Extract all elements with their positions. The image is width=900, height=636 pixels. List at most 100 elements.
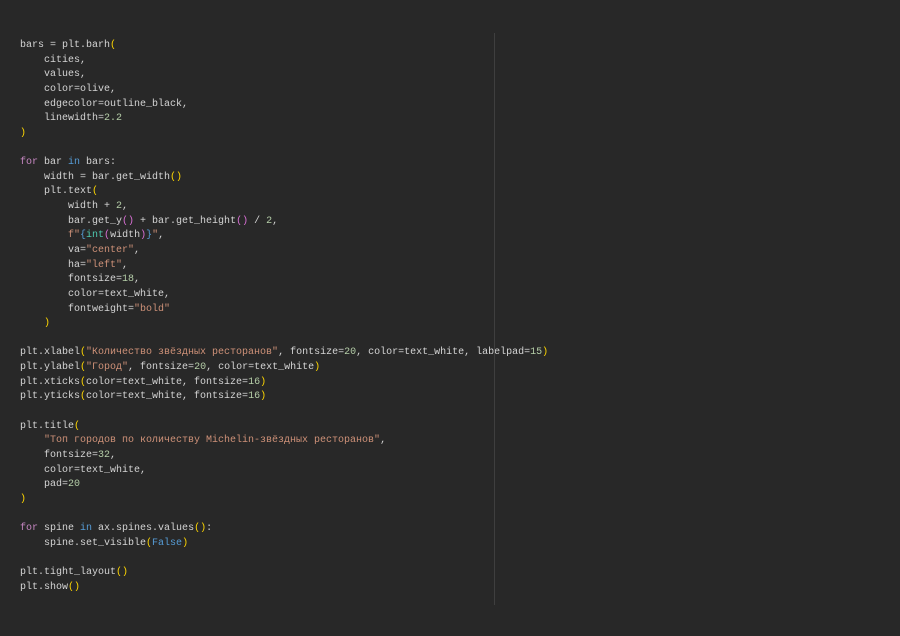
code-token: ) [260, 391, 267, 403]
code-token: values, [20, 69, 87, 81]
code-line[interactable]: cities, [20, 54, 548, 69]
code-token: 18 [122, 274, 135, 286]
code-line[interactable]: ) [20, 317, 548, 332]
code-token: () [68, 581, 81, 593]
code-token: edgecolor=outline_black, [20, 98, 189, 110]
code-line[interactable]: plt.show() [20, 581, 548, 596]
code-token: , [134, 274, 141, 286]
code-line[interactable]: color=text_white, [20, 464, 548, 479]
code-line[interactable]: fontweight="bold" [20, 303, 548, 318]
code-token: "Топ городов по количеству Michelin-звёз… [20, 435, 381, 447]
code-line[interactable]: width + 2, [20, 200, 548, 215]
code-line[interactable]: pad=20 [20, 478, 548, 493]
code-token: bar [38, 157, 69, 169]
code-line[interactable]: edgecolor=outline_black, [20, 98, 548, 113]
code-line[interactable]: color=olive, [20, 83, 548, 98]
code-token: cities, [20, 54, 87, 66]
code-token: , fontsize= [278, 347, 345, 359]
code-token: plt.text [20, 186, 93, 198]
code-token: 20 [194, 362, 207, 374]
code-line[interactable]: plt.tight_layout() [20, 566, 548, 581]
code-line[interactable]: for spine in ax.spines.values(): [20, 522, 548, 537]
code-line[interactable]: "Топ городов по количеству Michelin-звёз… [20, 434, 548, 449]
code-token: color=text_white, fontsize= [86, 376, 249, 388]
code-line[interactable]: linewidth=2.2 [20, 112, 548, 127]
code-token: plt.xticks [20, 376, 81, 388]
code-token: "Количество звёздных ресторанов" [86, 347, 279, 359]
code-token: plt.tight_layout [20, 567, 117, 579]
code-token: 2.2 [104, 113, 123, 125]
code-line[interactable] [20, 332, 548, 347]
code-token: ) [20, 318, 51, 330]
code-token: linewidth= [20, 113, 105, 125]
code-line[interactable]: for bar in bars: [20, 156, 548, 171]
code-token: () [116, 567, 129, 579]
code-line[interactable]: width = bar.get_width() [20, 171, 548, 186]
code-line[interactable]: fontsize=32, [20, 449, 548, 464]
code-token: width = bar.get_width [20, 171, 171, 183]
code-line[interactable] [20, 141, 548, 156]
code-token: () [122, 215, 135, 227]
code-line[interactable]: plt.title( [20, 420, 548, 435]
code-line[interactable]: ha="left", [20, 259, 548, 274]
code-line[interactable]: va="center", [20, 244, 548, 259]
code-token: in [80, 523, 93, 535]
code-token: , color=text_white, labelpad= [356, 347, 531, 359]
code-line[interactable]: ) [20, 493, 548, 508]
code-line[interactable]: plt.xticks(color=text_white, fontsize=16… [20, 376, 548, 391]
code-token: 32 [98, 449, 111, 461]
code-token: bars = plt.barh [20, 40, 111, 51]
code-line[interactable]: plt.text( [20, 185, 548, 200]
code-token: fontweight= [20, 303, 135, 315]
code-token: "Город" [86, 362, 129, 374]
code-token: ) [314, 362, 321, 374]
code-line[interactable] [20, 405, 548, 420]
code-token: ) [20, 127, 27, 139]
code-token: plt.yticks [20, 391, 81, 403]
code-line[interactable]: bars = plt.barh( [20, 39, 548, 54]
code-editor[interactable]: bars = plt.barh( cities, values, color=o… [20, 39, 548, 595]
code-token: color=text_white, [20, 464, 147, 476]
code-token: ) [542, 347, 549, 359]
code-token: 16 [248, 376, 261, 388]
code-token: , [158, 230, 165, 242]
code-token: , color=text_white [206, 362, 315, 374]
code-token: , [272, 215, 279, 227]
code-token: 16 [248, 391, 261, 403]
code-token: () [236, 215, 249, 227]
code-token: , [110, 449, 117, 461]
code-token: width [110, 230, 141, 242]
code-token: color=text_white, [20, 288, 171, 300]
code-line[interactable]: values, [20, 68, 548, 83]
code-token: pad= [20, 479, 69, 491]
code-token: color=olive, [20, 83, 117, 95]
code-line[interactable]: f"{int(width)}", [20, 229, 548, 244]
code-token: in [68, 157, 81, 169]
code-token: ( [92, 186, 99, 198]
code-line[interactable]: fontsize=18, [20, 273, 548, 288]
code-token: plt.ylabel [20, 362, 81, 374]
code-line[interactable]: spine.set_visible(False) [20, 537, 548, 552]
code-token: bars: [80, 157, 117, 169]
code-token: plt.xlabel [20, 347, 81, 359]
code-line[interactable]: plt.ylabel("Город", fontsize=20, color=t… [20, 361, 548, 376]
code-token: ( [74, 420, 81, 432]
code-token: f" [20, 230, 81, 242]
code-token: "bold" [134, 303, 171, 315]
code-token: ( [110, 40, 117, 51]
code-token: spine.set_visible [20, 537, 147, 549]
code-token: () [194, 523, 207, 535]
code-token: for [20, 523, 39, 535]
code-token: "left" [86, 259, 123, 271]
code-token: bar.get_y [20, 215, 123, 227]
code-line[interactable]: plt.xlabel("Количество звёздных ресторан… [20, 346, 548, 361]
code-token: / [248, 215, 267, 227]
code-token: plt.title [20, 420, 75, 432]
code-line[interactable]: plt.yticks(color=text_white, fontsize=16… [20, 390, 548, 405]
code-token: , [380, 435, 387, 447]
code-line[interactable] [20, 508, 548, 523]
code-line[interactable]: ) [20, 127, 548, 142]
code-line[interactable]: bar.get_y() + bar.get_height() / 2, [20, 215, 548, 230]
code-line[interactable] [20, 551, 548, 566]
code-line[interactable]: color=text_white, [20, 288, 548, 303]
